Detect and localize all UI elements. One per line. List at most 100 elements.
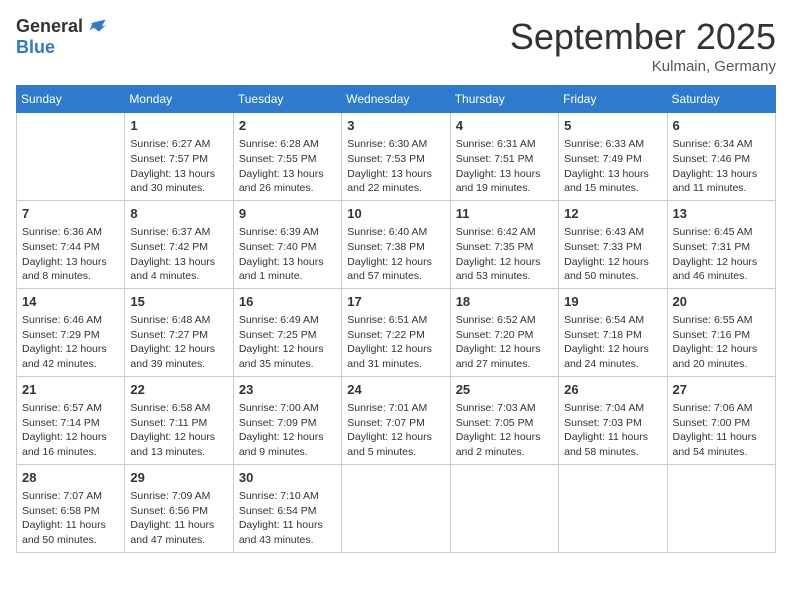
calendar-cell: 19 Sunrise: 6:54 AMSunset: 7:18 PMDayligh… [559,288,667,376]
weekday-header-thursday: Thursday [450,86,558,113]
calendar-week-3: 14 Sunrise: 6:46 AMSunset: 7:29 PMDayligh… [17,288,776,376]
day-number: 25 [456,381,553,399]
calendar-cell: 17Sunrise: 6:51 AMSunset: 7:22 PMDayligh… [342,288,450,376]
cell-info: Sunrise: 7:01 AMSunset: 7:07 PMDaylight:… [347,401,444,460]
calendar-cell [17,113,125,201]
day-number: 23 [239,381,336,399]
day-number: 4 [456,117,553,135]
day-number: 3 [347,117,444,135]
day-number: 5 [564,117,661,135]
cell-info: Sunrise: 6:28 AMSunset: 7:55 PMDaylight:… [239,137,336,196]
cell-info: Sunrise: 6:40 AMSunset: 7:38 PMDaylight:… [347,225,444,284]
cell-info: Sunrise: 6:27 AMSunset: 7:57 PMDaylight:… [130,137,227,196]
calendar-cell: 23Sunrise: 7:00 AMSunset: 7:09 PMDayligh… [233,376,341,464]
day-number: 28 [22,469,119,487]
day-number: 29 [130,469,227,487]
calendar-cell: 13 Sunrise: 6:45 AMSunset: 7:31 PMDayligh… [667,200,775,288]
day-number: 8 [130,205,227,223]
cell-info: Sunrise: 6:42 AMSunset: 7:35 PMDaylight:… [456,225,553,284]
day-number: 11 [456,205,553,223]
cell-info: Sunrise: 6:43 AMSunset: 7:33 PMDaylight:… [564,225,661,284]
weekday-header-wednesday: Wednesday [342,86,450,113]
calendar-cell: 28 Sunrise: 7:07 AMSunset: 6:58 PMDayligh… [17,464,125,552]
day-number: 1 [130,117,227,135]
cell-info: Sunrise: 6:45 AMSunset: 7:31 PMDaylight:… [673,225,770,284]
logo-bird-icon [87,17,107,37]
calendar-cell: 21 Sunrise: 6:57 AMSunset: 7:14 PMDayligh… [17,376,125,464]
day-number: 21 [22,381,119,399]
day-number: 10 [347,205,444,223]
day-number: 12 [564,205,661,223]
calendar-cell: 7 Sunrise: 6:36 AMSunset: 7:44 PMDaylight… [17,200,125,288]
weekday-header-saturday: Saturday [667,86,775,113]
calendar-cell: 5 Sunrise: 6:33 AMSunset: 7:49 PMDaylight… [559,113,667,201]
calendar-cell [667,464,775,552]
calendar-cell: 2 Sunrise: 6:28 AMSunset: 7:55 PMDaylight… [233,113,341,201]
calendar-cell: 9 Sunrise: 6:39 AMSunset: 7:40 PMDaylight… [233,200,341,288]
cell-info: Sunrise: 6:55 AMSunset: 7:16 PMDaylight:… [673,313,770,372]
calendar-cell: 27 Sunrise: 7:06 AMSunset: 7:00 PMDayligh… [667,376,775,464]
cell-info: Sunrise: 6:37 AMSunset: 7:42 PMDaylight:… [130,225,227,284]
calendar-cell: 1 Sunrise: 6:27 AMSunset: 7:57 PMDaylight… [125,113,233,201]
calendar-week-2: 7 Sunrise: 6:36 AMSunset: 7:44 PMDaylight… [17,200,776,288]
cell-info: Sunrise: 6:31 AMSunset: 7:51 PMDaylight:… [456,137,553,196]
day-number: 19 [564,293,661,311]
day-number: 18 [456,293,553,311]
calendar-cell: 15Sunrise: 6:48 AMSunset: 7:27 PMDayligh… [125,288,233,376]
cell-info: Sunrise: 7:09 AMSunset: 6:56 PMDaylight:… [130,489,227,548]
calendar-cell: 30Sunrise: 7:10 AMSunset: 6:54 PMDayligh… [233,464,341,552]
calendar-week-4: 21 Sunrise: 6:57 AMSunset: 7:14 PMDayligh… [17,376,776,464]
day-number: 9 [239,205,336,223]
calendar-cell: 22Sunrise: 6:58 AMSunset: 7:11 PMDayligh… [125,376,233,464]
calendar-cell: 24 Sunrise: 7:01 AMSunset: 7:07 PMDayligh… [342,376,450,464]
day-number: 7 [22,205,119,223]
logo-blue-text: Blue [16,37,55,58]
page-header: General Blue September 2025 Kulmain, Ger… [16,16,776,75]
day-number: 20 [673,293,770,311]
day-number: 27 [673,381,770,399]
cell-info: Sunrise: 7:06 AMSunset: 7:00 PMDaylight:… [673,401,770,460]
logo: General Blue [16,16,107,58]
calendar-cell: 12 Sunrise: 6:43 AMSunset: 7:33 PMDayligh… [559,200,667,288]
cell-info: Sunrise: 6:46 AMSunset: 7:29 PMDaylight:… [22,313,119,372]
day-number: 26 [564,381,661,399]
calendar-cell: 20 Sunrise: 6:55 AMSunset: 7:16 PMDayligh… [667,288,775,376]
cell-info: Sunrise: 6:54 AMSunset: 7:18 PMDaylight:… [564,313,661,372]
location-subtitle: Kulmain, Germany [510,58,776,75]
weekday-header-sunday: Sunday [17,86,125,113]
cell-info: Sunrise: 7:03 AMSunset: 7:05 PMDaylight:… [456,401,553,460]
calendar-cell: 3Sunrise: 6:30 AMSunset: 7:53 PMDaylight… [342,113,450,201]
cell-info: Sunrise: 6:49 AMSunset: 7:25 PMDaylight:… [239,313,336,372]
weekday-header-friday: Friday [559,86,667,113]
calendar-cell: 4 Sunrise: 6:31 AMSunset: 7:51 PMDaylight… [450,113,558,201]
calendar-cell [342,464,450,552]
calendar-cell [559,464,667,552]
day-number: 30 [239,469,336,487]
calendar-cell: 14 Sunrise: 6:46 AMSunset: 7:29 PMDayligh… [17,288,125,376]
logo-general-text: General [16,16,83,37]
calendar-cell: 11 Sunrise: 6:42 AMSunset: 7:35 PMDayligh… [450,200,558,288]
cell-info: Sunrise: 7:04 AMSunset: 7:03 PMDaylight:… [564,401,661,460]
calendar-week-1: 1 Sunrise: 6:27 AMSunset: 7:57 PMDaylight… [17,113,776,201]
day-number: 13 [673,205,770,223]
cell-info: Sunrise: 6:51 AMSunset: 7:22 PMDaylight:… [347,313,444,372]
calendar-cell: 29 Sunrise: 7:09 AMSunset: 6:56 PMDayligh… [125,464,233,552]
cell-info: Sunrise: 6:39 AMSunset: 7:40 PMDaylight:… [239,225,336,284]
cell-info: Sunrise: 6:36 AMSunset: 7:44 PMDaylight:… [22,225,119,284]
cell-info: Sunrise: 6:52 AMSunset: 7:20 PMDaylight:… [456,313,553,372]
day-number: 2 [239,117,336,135]
day-number: 14 [22,293,119,311]
cell-info: Sunrise: 7:07 AMSunset: 6:58 PMDaylight:… [22,489,119,548]
day-number: 22 [130,381,227,399]
month-title: September 2025 [510,16,776,58]
cell-info: Sunrise: 6:33 AMSunset: 7:49 PMDaylight:… [564,137,661,196]
day-number: 6 [673,117,770,135]
calendar-cell: 26 Sunrise: 7:04 AMSunset: 7:03 PMDayligh… [559,376,667,464]
calendar-cell: 6Sunrise: 6:34 AMSunset: 7:46 PMDaylight… [667,113,775,201]
weekday-header-row: SundayMondayTuesdayWednesdayThursdayFrid… [17,86,776,113]
calendar-table: SundayMondayTuesdayWednesdayThursdayFrid… [16,85,776,553]
day-number: 24 [347,381,444,399]
day-number: 15 [130,293,227,311]
day-number: 16 [239,293,336,311]
cell-info: Sunrise: 6:57 AMSunset: 7:14 PMDaylight:… [22,401,119,460]
